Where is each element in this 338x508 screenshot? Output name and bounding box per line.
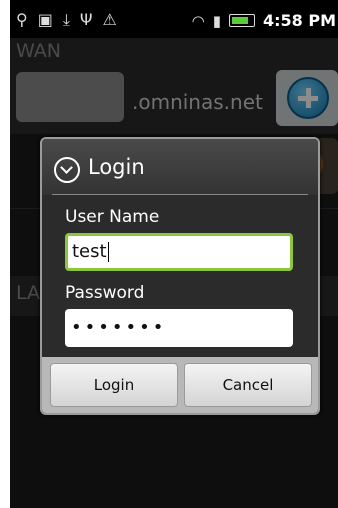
wifi-icon: ◠ [191,11,205,30]
dialog-header: Login [42,139,318,195]
dialog-footer: Login Cancel [42,357,318,413]
clipboard-icon: ▣ [37,10,53,29]
username-label: User Name [65,207,160,227]
notification-icons: ⚲ ▣ ⤓ Ψ ⚠ [16,10,117,30]
dialog-title: Login [88,155,145,179]
status-bar: ⚲ ▣ ⤓ Ψ ⚠ ◠ ▮ 4:58 PM [10,0,338,38]
location-alert-icon: ⚲ [16,10,28,29]
username-value: test [72,241,107,262]
warning-icon: ⚠ [102,10,117,29]
password-value: ••••••• [71,317,167,338]
dialog-body: User Name test Password ••••••• [42,195,318,357]
chevron-down-circle-icon [54,157,80,183]
clock: 4:58 PM [262,11,336,30]
login-dialog: Login User Name test Password ••••••• Lo… [40,137,320,415]
phone-screen: ⚲ ▣ ⤓ Ψ ⚠ ◠ ▮ 4:58 PM WAN .omninas.net L… [10,0,338,508]
password-label: Password [65,283,145,303]
system-icons: ◠ ▮ 4:58 PM [192,11,336,30]
usb-icon: Ψ [79,10,93,29]
username-field[interactable]: test [65,233,293,271]
cancel-button[interactable]: Cancel [184,363,312,407]
password-field[interactable]: ••••••• [65,309,293,347]
battery-icon [228,14,255,27]
text-cursor [107,242,109,262]
login-button[interactable]: Login [50,363,178,407]
signal-icon: ▮ [212,11,221,30]
download-icon: ⤓ [62,10,70,29]
